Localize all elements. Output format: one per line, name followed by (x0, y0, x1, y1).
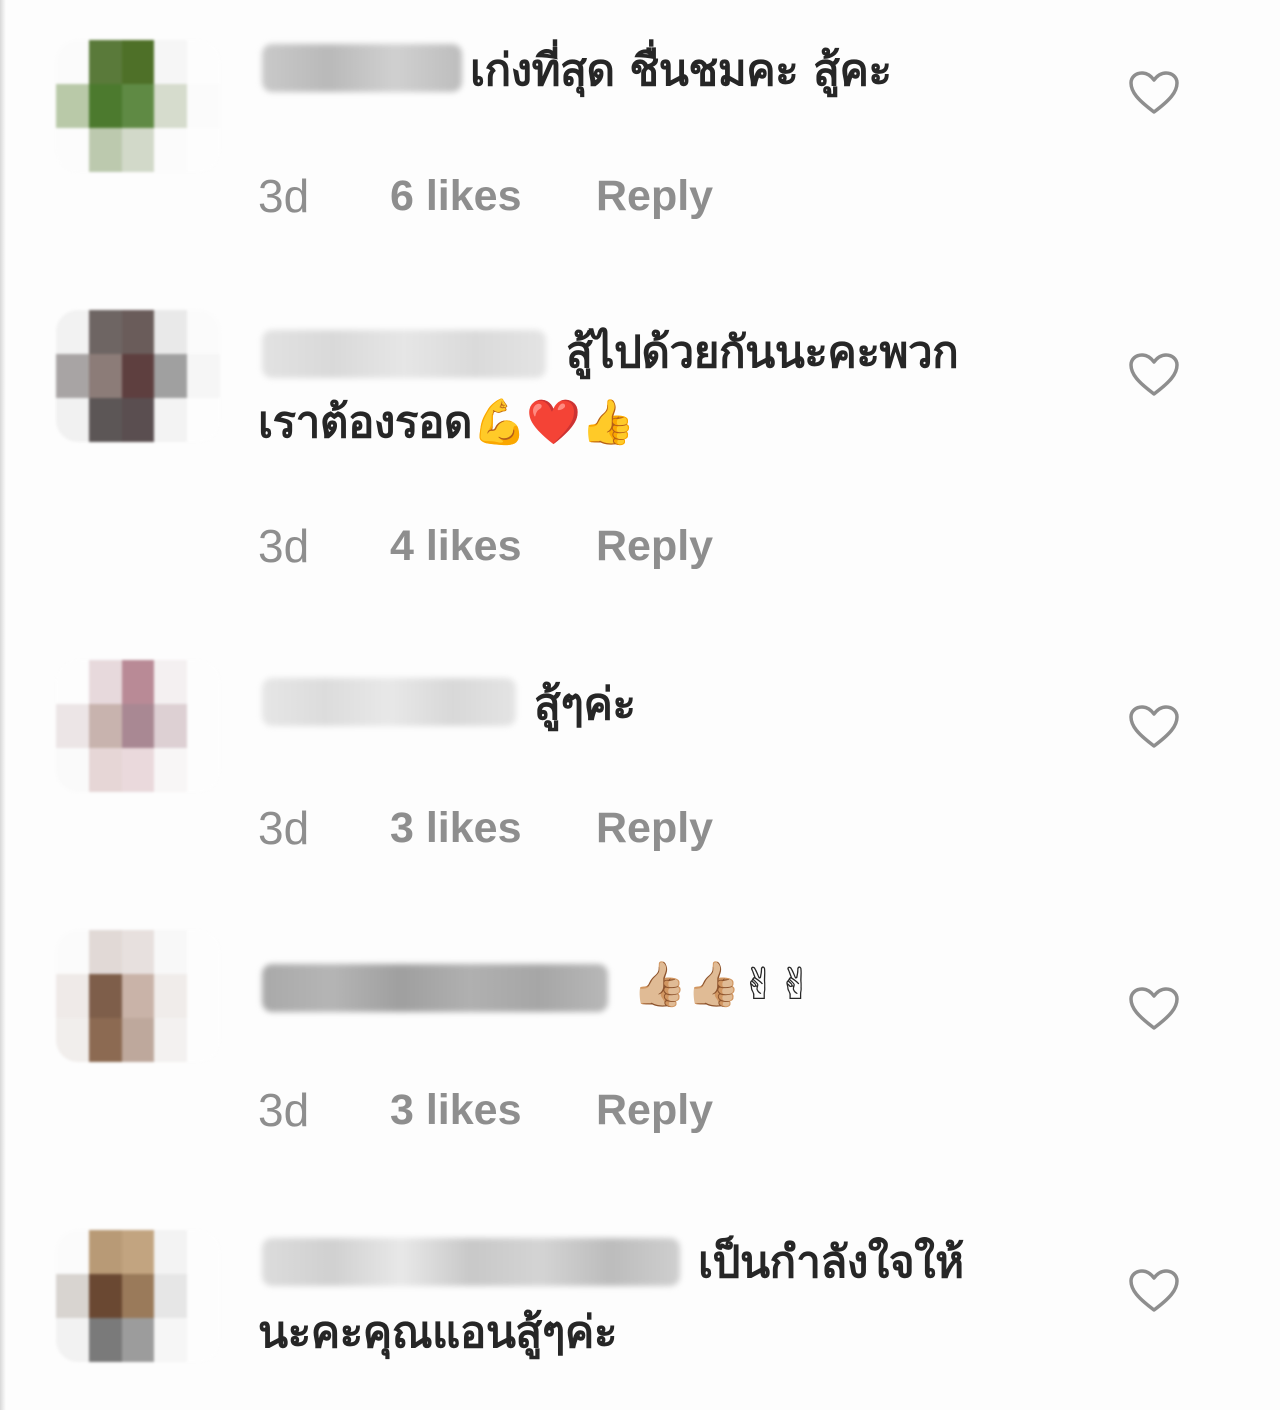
heart-outline-icon[interactable] (1128, 70, 1180, 116)
reply-button[interactable]: Reply (596, 798, 713, 858)
heart-outline-icon[interactable] (1128, 1268, 1180, 1314)
comment-likes[interactable]: 3 likes (390, 798, 522, 858)
panel-border (0, 0, 6, 1410)
comment-text: สู้ไปด้วยกันนะคะพวก เราต้องรอด💪❤️👍 (258, 318, 1058, 458)
comment-text-line: นะคะคุณแอนสู้ๆค่ะ (258, 1307, 617, 1358)
reply-button[interactable]: Reply (596, 516, 713, 576)
avatar[interactable] (56, 660, 220, 792)
avatar[interactable] (56, 1230, 220, 1362)
comment-text-line: สู้ไปด้วยกันนะคะพวก (566, 327, 959, 378)
comment-text-line: เราต้องรอด💪❤️👍 (258, 397, 635, 448)
comment-likes[interactable]: 3 likes (390, 1080, 522, 1140)
username-redacted[interactable] (262, 964, 608, 1012)
emoji-sequence: 👍🏼👍🏼✌✌ (632, 959, 814, 1010)
comments-panel: เก่งที่สุด ชื่นชมคะ สู้คะ 3d 6 likes Rep… (0, 0, 1280, 1410)
reply-button[interactable]: Reply (596, 1080, 713, 1140)
heart-outline-icon[interactable] (1128, 986, 1180, 1032)
comment-time: 3d (258, 802, 310, 854)
comment-time: 3d (258, 520, 310, 572)
username-redacted[interactable] (262, 678, 516, 726)
comment-time: 3d (258, 1084, 310, 1136)
comment-text: เป็นกำลังใจให้ นะคะคุณแอนสู้ๆค่ะ (258, 1228, 1058, 1368)
avatar[interactable] (56, 930, 220, 1062)
comment-likes[interactable]: 4 likes (390, 516, 522, 576)
reply-button[interactable]: Reply (596, 166, 713, 226)
emoji-sequence: 💪❤️👍 (472, 397, 635, 448)
comment-text-line: เป็นกำลังใจให้ (698, 1237, 964, 1288)
heart-outline-icon[interactable] (1128, 704, 1180, 750)
comment-likes[interactable]: 6 likes (390, 166, 522, 226)
heart-outline-icon[interactable] (1128, 352, 1180, 398)
avatar[interactable] (56, 310, 220, 442)
username-redacted[interactable] (262, 44, 462, 92)
comment-text: 👍🏼👍🏼✌✌ (632, 950, 1280, 1020)
comment-time: 3d (258, 170, 310, 222)
avatar[interactable] (56, 40, 220, 172)
